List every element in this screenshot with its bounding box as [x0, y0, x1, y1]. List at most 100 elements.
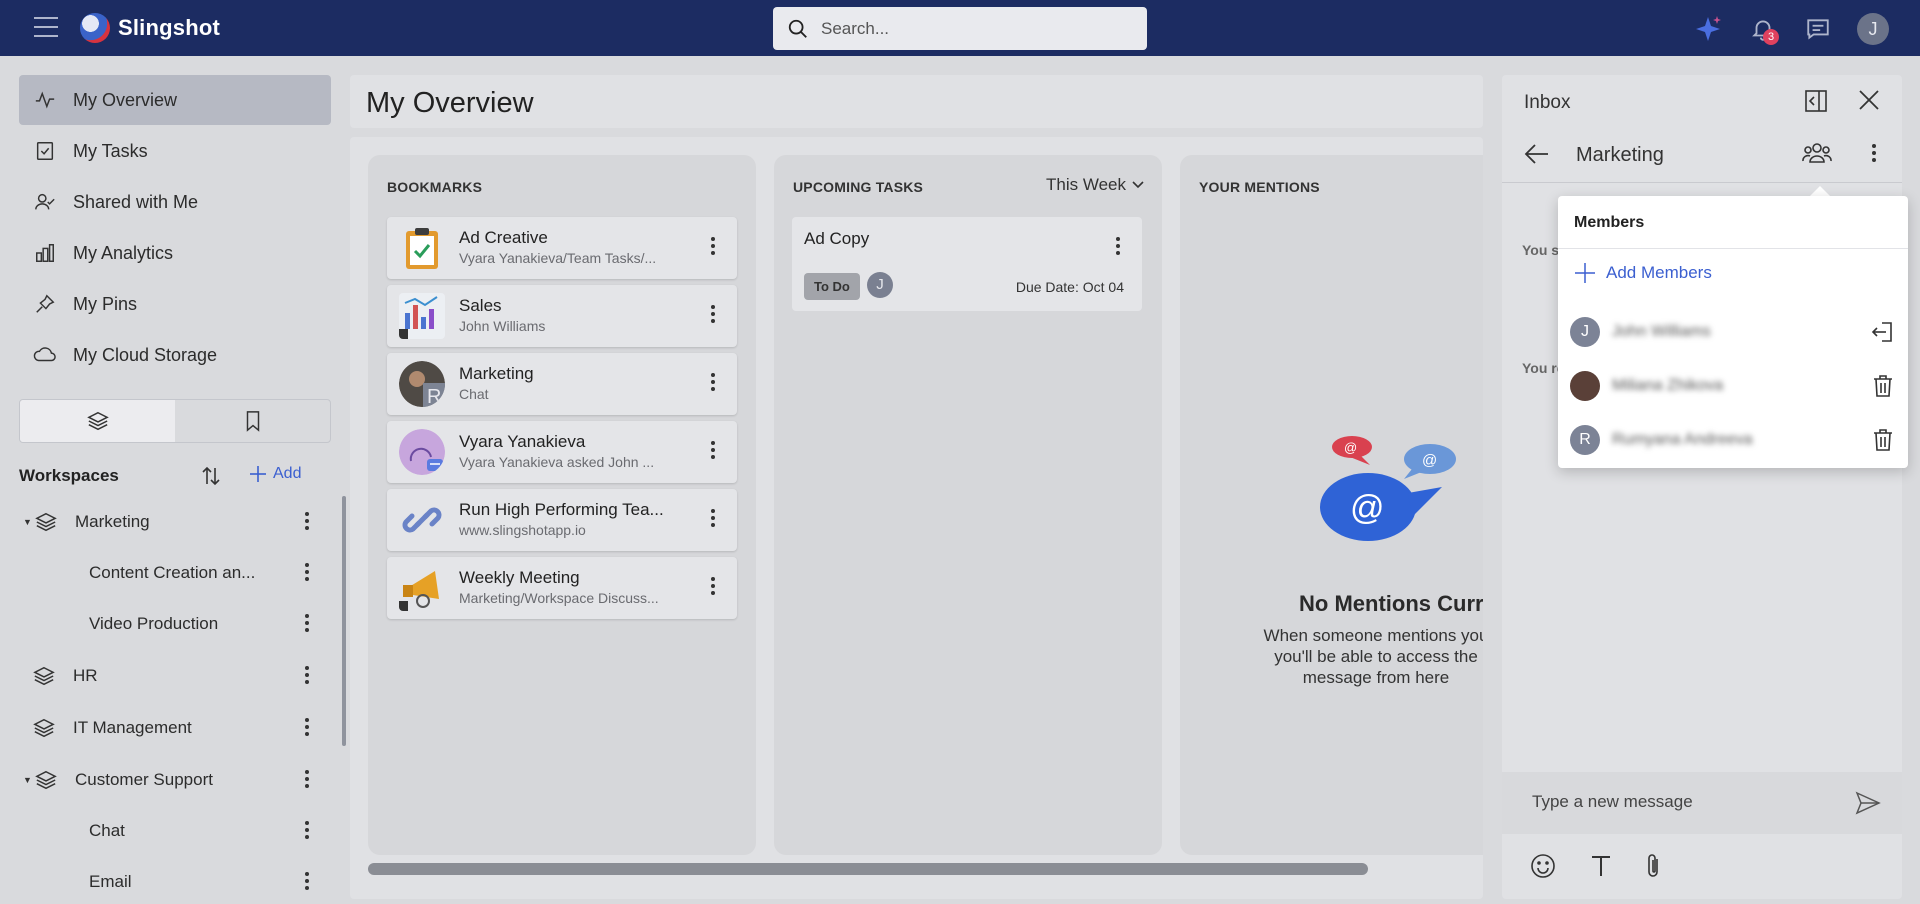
page-title: My Overview: [366, 87, 534, 119]
conversation-name: Marketing: [1576, 144, 1664, 166]
message-input[interactable]: [1532, 792, 1832, 812]
more-options-icon[interactable]: [305, 666, 309, 684]
more-options-icon[interactable]: [711, 509, 715, 527]
member-row[interactable]: J John Williams: [1570, 312, 1900, 352]
more-options-icon[interactable]: [711, 237, 715, 255]
app-logo[interactable]: Slingshot: [80, 13, 220, 43]
mentions-illustration-icon: @ @ @: [1320, 436, 1456, 541]
task-card[interactable]: Ad Copy To Do J Due Date: Oct 04: [792, 217, 1142, 311]
hamburger-menu-icon[interactable]: [34, 17, 58, 39]
messages-icon[interactable]: [1803, 14, 1833, 44]
member-avatar: R: [1570, 425, 1600, 455]
workspace-video-production[interactable]: Video Production: [19, 604, 319, 644]
workspace-chat[interactable]: Chat: [19, 811, 319, 851]
ai-sparkle-icon[interactable]: [1693, 14, 1723, 44]
plus-icon: [1575, 263, 1595, 283]
chevron-down-icon: [1132, 181, 1144, 189]
more-options-icon[interactable]: [305, 512, 309, 530]
nav-label: My Pins: [73, 293, 138, 314]
task-checkbox-icon: [33, 139, 57, 163]
activity-icon: [33, 88, 57, 112]
bookmark-item[interactable]: Run High Performing Tea... www.slingshot…: [387, 489, 737, 551]
text-format-icon[interactable]: [1590, 853, 1612, 884]
caret-down-icon[interactable]: ▼: [23, 775, 33, 785]
collapse-panel-icon[interactable]: [1804, 89, 1828, 118]
sort-icon[interactable]: [199, 464, 223, 493]
more-options-icon[interactable]: [305, 821, 309, 839]
workspace-marketing[interactable]: ▼ Marketing: [19, 502, 319, 542]
more-options-icon[interactable]: [305, 563, 309, 581]
search-input[interactable]: [821, 18, 1121, 39]
svg-text:@: @: [1422, 452, 1437, 469]
nav-my-pins[interactable]: My Pins: [19, 279, 331, 329]
more-options-icon[interactable]: [305, 872, 309, 890]
svg-text:R: R: [427, 386, 441, 407]
more-options-icon[interactable]: [305, 614, 309, 632]
mentions-title: YOUR MENTIONS: [1199, 179, 1320, 195]
bookmarks-view-tab[interactable]: [175, 400, 330, 442]
member-row[interactable]: Miliana Zhikova: [1570, 366, 1900, 406]
close-icon[interactable]: [1858, 89, 1880, 116]
this-week-dropdown[interactable]: This Week: [1046, 175, 1144, 195]
leave-icon[interactable]: [1870, 320, 1894, 349]
page-header: My Overview: [350, 75, 1483, 128]
status-badge[interactable]: To Do: [804, 273, 860, 300]
bookmark-item[interactable]: Weekly Meeting Marketing/Workspace Discu…: [387, 557, 737, 619]
members-popup-arrow: [1810, 186, 1830, 196]
more-options-icon[interactable]: [1872, 144, 1876, 162]
workspace-it-management[interactable]: IT Management: [19, 708, 319, 748]
bookmark-item[interactable]: Sales John Williams: [387, 285, 737, 347]
trash-icon[interactable]: [1872, 428, 1894, 457]
nav-label: Shared with Me: [73, 191, 199, 212]
more-options-icon[interactable]: [711, 373, 715, 391]
caret-down-icon[interactable]: ▼: [23, 517, 33, 527]
nav-my-analytics[interactable]: My Analytics: [19, 228, 331, 278]
add-members-button[interactable]: Add Members: [1574, 262, 1712, 284]
bookmark-item[interactable]: Ad Creative Vyara Yanakieva/Team Tasks/.…: [387, 217, 737, 279]
workspace-content-creation[interactable]: Content Creation an...: [19, 553, 319, 593]
workspaces-view-tab[interactable]: [20, 400, 175, 442]
members-icon[interactable]: [1802, 141, 1832, 170]
no-mentions-title: No Mentions Currently: [1299, 591, 1483, 616]
workspace-customer-support[interactable]: ▼ Customer Support: [19, 760, 319, 800]
user-avatar[interactable]: J: [1857, 13, 1889, 45]
nav-my-cloud-storage[interactable]: My Cloud Storage: [19, 330, 331, 380]
layers-icon: [35, 512, 57, 532]
add-workspace-button[interactable]: Add: [249, 465, 301, 483]
sidebar-scrollbar[interactable]: [342, 496, 346, 746]
back-arrow-icon[interactable]: [1524, 143, 1550, 170]
more-options-icon[interactable]: [711, 305, 715, 323]
layers-icon: [33, 666, 55, 686]
more-options-icon[interactable]: [305, 718, 309, 736]
attachment-icon[interactable]: [1642, 852, 1664, 885]
trash-icon[interactable]: [1872, 374, 1894, 403]
divider: [1558, 248, 1908, 249]
nav-my-overview[interactable]: My Overview: [19, 75, 331, 125]
top-bar: Slingshot 3 J: [0, 0, 1920, 56]
emoji-icon[interactable]: [1530, 853, 1556, 884]
bookmark-item[interactable]: R Marketing Chat: [387, 353, 737, 415]
workspace-email[interactable]: Email: [19, 862, 319, 902]
nav-label: My Analytics: [73, 242, 174, 263]
send-icon[interactable]: [1855, 791, 1881, 820]
workspace-hr[interactable]: HR: [19, 656, 319, 696]
overview-panel: BOOKMARKS Ad Creative Vyara Yanakieva/Te…: [350, 137, 1483, 899]
sidebar-view-toggle: [19, 399, 331, 443]
search-icon: [788, 19, 807, 38]
svg-text:@: @: [1344, 440, 1357, 455]
nav-my-tasks[interactable]: My Tasks: [19, 126, 331, 176]
notifications-bell-icon[interactable]: 3: [1748, 14, 1779, 45]
search-box[interactable]: [773, 7, 1147, 50]
nav-shared-with-me[interactable]: Shared with Me: [19, 177, 331, 227]
member-name: John Williams: [1612, 323, 1711, 340]
member-row[interactable]: R Rumyana Andreeva: [1570, 420, 1900, 460]
bookmark-item[interactable]: Vyara Yanakieva Vyara Yanakieva asked Jo…: [387, 421, 737, 483]
svg-text:@: @: [1350, 489, 1385, 527]
more-options-icon[interactable]: [711, 577, 715, 595]
clipboard-icon: [399, 225, 445, 271]
layers-icon: [86, 411, 109, 431]
horizontal-scrollbar[interactable]: [368, 863, 1368, 875]
more-options-icon[interactable]: [711, 441, 715, 459]
more-options-icon[interactable]: [1116, 237, 1120, 255]
more-options-icon[interactable]: [305, 770, 309, 788]
